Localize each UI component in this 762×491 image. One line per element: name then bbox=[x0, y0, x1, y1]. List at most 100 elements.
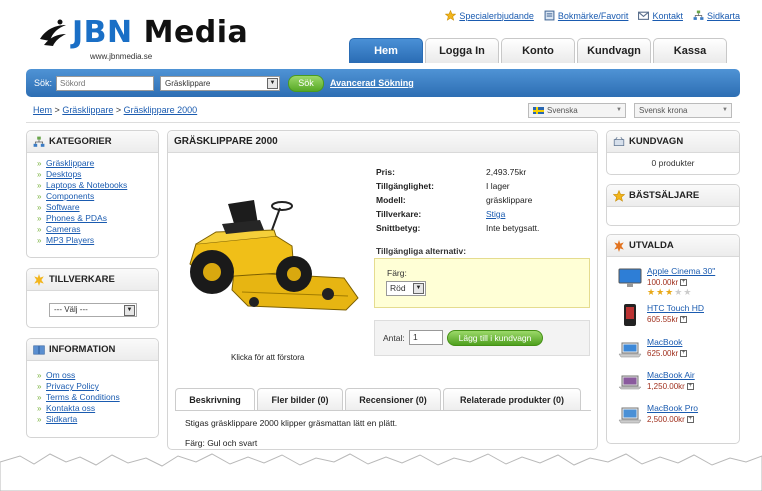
cart-summary[interactable]: 0 produkter bbox=[607, 158, 739, 168]
cart-icon bbox=[613, 136, 625, 148]
laptop-thumbnail[interactable] bbox=[618, 337, 642, 361]
product-link[interactable]: MacBook Pro bbox=[647, 403, 698, 414]
breadcrumb-home[interactable]: Hem bbox=[33, 105, 52, 115]
language-select[interactable]: Svenska ▼ bbox=[528, 103, 626, 118]
add-to-cart-button[interactable]: Lägg till i kundvagn bbox=[447, 330, 543, 346]
toplink-specials[interactable]: Specialerbjudande bbox=[445, 9, 534, 21]
advanced-search-link[interactable]: Avancerad Sökning bbox=[330, 78, 414, 88]
add-icon[interactable]: + bbox=[680, 316, 688, 323]
star-icon: ★ bbox=[665, 287, 674, 297]
manufacturer-header: TILLVERKARE bbox=[27, 269, 158, 291]
add-icon[interactable]: + bbox=[680, 279, 688, 286]
star-icon bbox=[612, 189, 626, 202]
category-link[interactable]: Software bbox=[46, 202, 80, 213]
product-link[interactable]: Apple Cinema 30" bbox=[647, 266, 715, 277]
phone-thumbnail[interactable] bbox=[618, 303, 642, 327]
logo-text: JBN Media bbox=[72, 15, 249, 50]
add-icon[interactable]: + bbox=[686, 383, 694, 390]
price: 625.00kr bbox=[647, 349, 679, 358]
top-links: Specialerbjudande Bokmärke/Favorit Konta… bbox=[445, 9, 740, 21]
price: 1,250.00kr bbox=[647, 382, 685, 391]
list-item: » Om oss bbox=[37, 370, 76, 381]
quantity-input[interactable]: 1 bbox=[409, 330, 443, 345]
tab-home[interactable]: Hem bbox=[349, 38, 423, 63]
info-link[interactable]: Privacy Policy bbox=[46, 381, 99, 392]
logo[interactable]: JBN Media bbox=[38, 18, 248, 48]
product-specs: Pris: 2,493.75kr Tillgänglighet: I lager M… bbox=[376, 165, 539, 235]
laptop-thumbnail[interactable] bbox=[618, 370, 642, 394]
category-list: » Gräsklippare » Desktops » Laptops & Noteb… bbox=[27, 153, 158, 246]
divider bbox=[175, 410, 591, 411]
info-link[interactable]: Om oss bbox=[46, 370, 75, 381]
featured-header: UTVALDA bbox=[607, 235, 739, 257]
info-link[interactable]: Sidkarta bbox=[46, 414, 77, 425]
category-link[interactable]: Phones & PDAs bbox=[46, 213, 107, 224]
list-item: » Terms & Conditions bbox=[37, 392, 120, 403]
tab-more-images[interactable]: Fler bilder (0) bbox=[257, 388, 343, 410]
search-button[interactable]: Sök bbox=[288, 74, 325, 92]
list-item: » Kontakta oss bbox=[37, 403, 96, 414]
spec-row: Pris: 2,493.75kr bbox=[376, 167, 527, 177]
mail-icon bbox=[638, 10, 650, 21]
quantity-label: Antal: bbox=[383, 333, 405, 343]
add-icon[interactable]: + bbox=[686, 416, 694, 423]
information-header: INFORMATION bbox=[27, 339, 158, 361]
color-select[interactable]: Röd ▼ bbox=[386, 281, 426, 296]
star-icon: ★ bbox=[656, 287, 665, 297]
currency-select[interactable]: Svensk krona ▼ bbox=[634, 103, 732, 118]
tab-cart[interactable]: Kundvagn bbox=[577, 38, 651, 63]
info-link[interactable]: Kontakta oss bbox=[46, 403, 95, 414]
tab-checkout[interactable]: Kassa bbox=[653, 38, 727, 63]
manufacturer-link[interactable]: Stiga bbox=[486, 209, 505, 219]
tab-login[interactable]: Logga In bbox=[425, 38, 499, 63]
tab-account[interactable]: Konto bbox=[501, 38, 575, 63]
category-link[interactable]: Cameras bbox=[46, 224, 80, 235]
category-link[interactable]: MP3 Players bbox=[46, 235, 94, 246]
search-category-select[interactable]: Gräsklippare ▼ bbox=[160, 75, 281, 91]
price: 605.55kr bbox=[647, 315, 679, 324]
breadcrumb-product[interactable]: Gräsklippare 2000 bbox=[124, 105, 198, 115]
logo-url: www.jbnmedia.se bbox=[90, 52, 153, 61]
tab-description[interactable]: Beskrivning bbox=[175, 388, 255, 410]
category-link[interactable]: Desktops bbox=[46, 169, 81, 180]
sun-badge-icon bbox=[33, 273, 45, 286]
laptop-thumbnail[interactable] bbox=[618, 403, 642, 427]
toplink-contact[interactable]: Kontakt bbox=[638, 10, 683, 21]
spec-row: Snittbetyg: Inte betygsatt. bbox=[376, 223, 540, 233]
tab-related-products[interactable]: Relaterade produkter (0) bbox=[443, 388, 581, 410]
featured-item: Apple Cinema 30" 100.00kr + ★ ★ ★ ★ ★ bbox=[618, 266, 715, 297]
chevron-down-icon: ▼ bbox=[722, 107, 728, 113]
sitemap-icon bbox=[33, 136, 45, 148]
product-link[interactable]: MacBook Air bbox=[647, 370, 695, 381]
star-empty-icon: ★ bbox=[683, 287, 692, 297]
product-title: GRÄSKLIPPARE 2000 bbox=[174, 136, 278, 147]
category-link[interactable]: Components bbox=[46, 191, 94, 202]
star-empty-icon: ★ bbox=[674, 287, 683, 297]
toplink-sitemap[interactable]: Sidkarta bbox=[693, 10, 740, 21]
add-icon[interactable]: + bbox=[680, 350, 688, 357]
breadcrumb: Hem > Gräsklippare > Gräsklippare 2000 bbox=[33, 105, 198, 115]
tab-reviews[interactable]: Recensioner (0) bbox=[345, 388, 441, 410]
list-item: » Desktops bbox=[37, 169, 82, 180]
monitor-thumbnail[interactable] bbox=[618, 266, 642, 290]
list-item: » Sidkarta bbox=[37, 414, 78, 425]
product-link[interactable]: MacBook bbox=[647, 337, 687, 348]
info-link[interactable]: Terms & Conditions bbox=[46, 392, 120, 403]
breadcrumb-category[interactable]: Gräsklippare bbox=[62, 105, 113, 115]
category-link[interactable]: Gräsklippare bbox=[46, 158, 94, 169]
product-image[interactable] bbox=[176, 186, 360, 318]
search-input[interactable] bbox=[56, 75, 155, 91]
star-icon bbox=[445, 9, 457, 21]
sitemap-icon bbox=[693, 10, 704, 21]
list-item: » Cameras bbox=[37, 224, 81, 235]
product-link[interactable]: HTC Touch HD bbox=[647, 303, 704, 314]
spec-row: Modell: gräsklippare bbox=[376, 195, 533, 205]
category-link[interactable]: Laptops & Notebooks bbox=[46, 180, 127, 191]
quantity-panel: Antal: 1 Lägg till i kundvagn bbox=[374, 320, 590, 356]
options-title: Tillgängliga alternativ: bbox=[376, 246, 467, 256]
product-description: Stigas gräsklippare 2000 klipper gräsmat… bbox=[185, 418, 398, 448]
manufacturer-select[interactable]: --- Välj --- ▼ bbox=[49, 303, 137, 317]
list-item: » Gräsklippare bbox=[37, 158, 95, 169]
information-box: INFORMATION » Om oss » Privacy Policy » Ter… bbox=[26, 338, 159, 438]
toplink-bookmark[interactable]: Bokmärke/Favorit bbox=[544, 10, 628, 21]
